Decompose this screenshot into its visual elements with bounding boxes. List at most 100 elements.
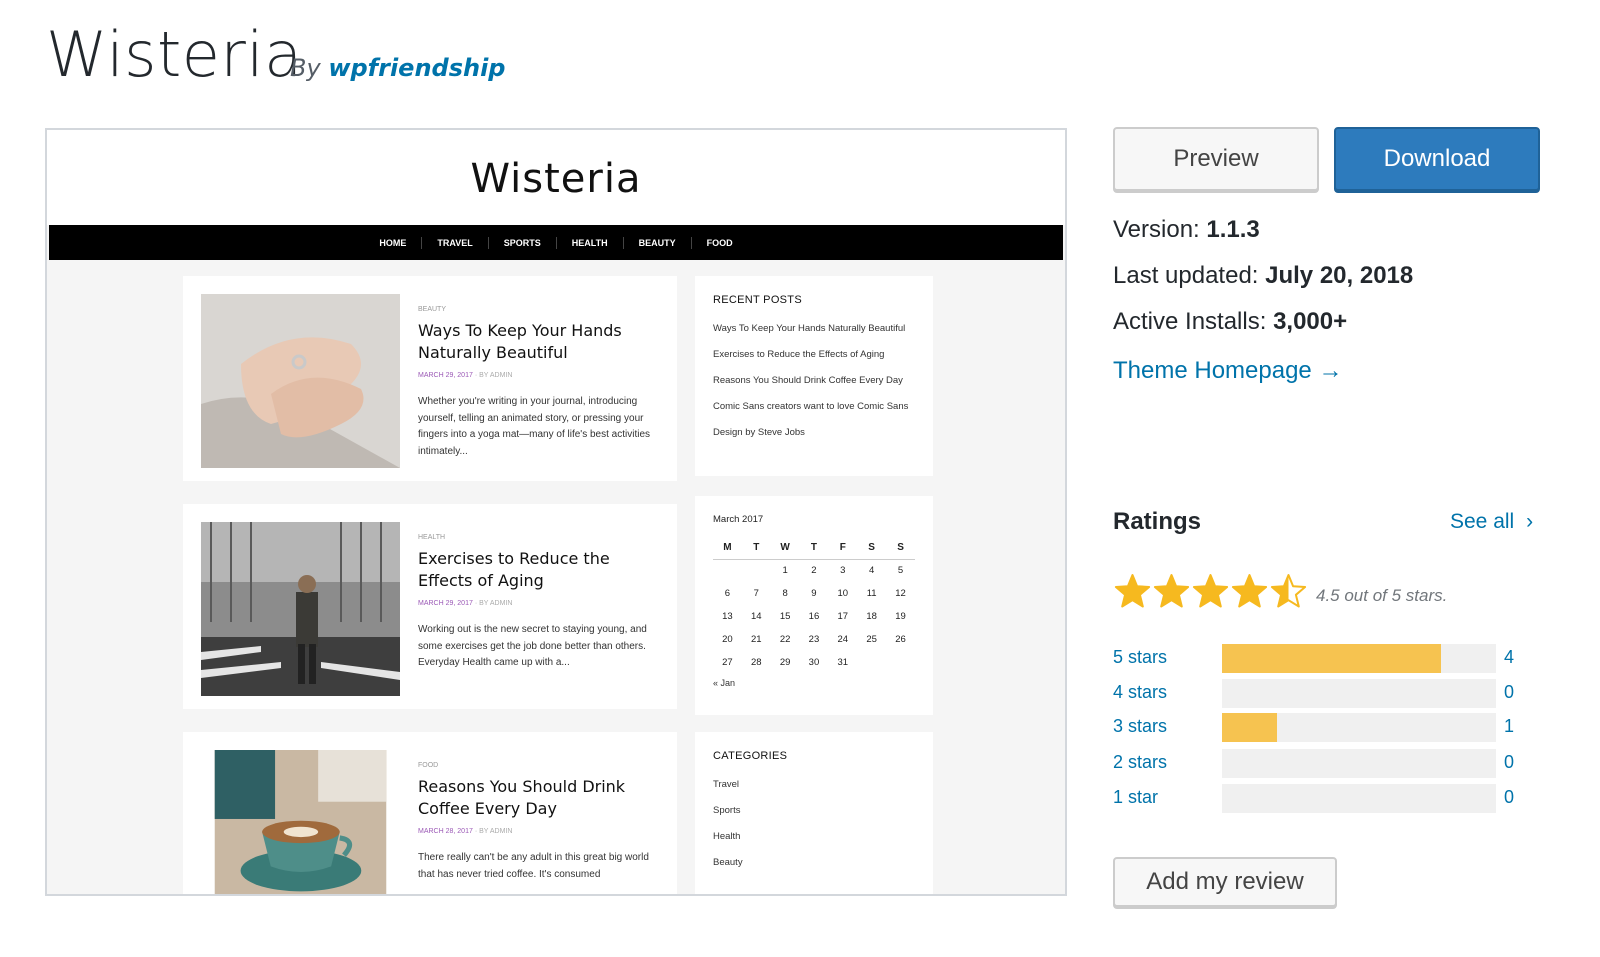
- calendar-caption: March 2017: [713, 514, 764, 525]
- calendar-day: 4: [868, 565, 875, 577]
- calendar-day: 10: [837, 588, 849, 599]
- last-updated-line: Last updated: July 20, 2018: [1113, 262, 1413, 290]
- calendar-day: [857, 651, 886, 674]
- rating-row-label[interactable]: 5 stars: [1113, 647, 1167, 668]
- mini-post-card: BEAUTY Ways To Keep Your Hands Naturally…: [183, 276, 677, 481]
- mini-post-title: Exercises to Reduce the Effects of Aging: [418, 549, 610, 590]
- calendar-day-header: F: [828, 537, 858, 560]
- active-installs-line: Active Installs: 3,000+: [1113, 308, 1347, 336]
- calendar-day-header: W: [770, 537, 800, 560]
- calendar-day: 9: [811, 588, 817, 599]
- calendar-day: 30: [808, 657, 820, 668]
- theme-screenshot: Wisteria HOME TRAVEL SPORTS HEALTH BEAUT…: [45, 128, 1067, 896]
- rating-summary: 4.5 out of 5 stars.: [1316, 586, 1448, 605]
- rating-bar: [1222, 749, 1496, 778]
- rating-row-count[interactable]: 0: [1504, 787, 1514, 808]
- rating-bar: [1222, 679, 1496, 708]
- calendar-day: 20: [722, 634, 733, 645]
- mini-post-date: MARCH 29, 2017: [418, 372, 473, 379]
- theme-byline: By wpfriendship: [290, 54, 506, 82]
- recent-post-item: Design by Steve Jobs: [713, 427, 805, 438]
- category-item: Travel: [713, 779, 740, 790]
- mini-post-category: FOOD: [418, 762, 439, 769]
- mini-post-excerpt: Working out is the new secret to staying…: [418, 624, 647, 668]
- see-all-label: See all: [1450, 510, 1515, 533]
- download-button[interactable]: Download: [1334, 127, 1540, 191]
- chevron-right-icon: ›: [1526, 510, 1534, 533]
- mini-post-category: HEALTH: [418, 534, 446, 541]
- category-item: Beauty: [713, 857, 743, 868]
- calendar-day: 13: [722, 611, 733, 622]
- rating-row-label[interactable]: 2 stars: [1113, 752, 1167, 773]
- mini-nav-item: FOOD: [706, 237, 733, 248]
- mini-post-card: FOOD Reasons You Should Drink Coffee Eve…: [183, 732, 677, 894]
- calendar-day: 1: [782, 565, 788, 577]
- recent-post-item: Reasons You Should Drink Coffee Every Da…: [713, 375, 903, 386]
- rating-row[interactable]: 4 stars 0: [1113, 679, 1523, 709]
- rating-row-label[interactable]: 3 stars: [1113, 716, 1167, 737]
- mini-post-meta: MARCH 28, 2017 · BY ADMIN: [418, 828, 512, 835]
- mini-post-date: MARCH 28, 2017: [418, 828, 473, 835]
- calendar-day: 22: [779, 634, 791, 645]
- calendar-day: 29: [779, 657, 791, 668]
- mini-post-author: · BY ADMIN: [474, 372, 513, 379]
- calendar-day-header: S: [857, 537, 887, 560]
- mini-post-title: Ways To Keep Your Hands Naturally Beauti…: [418, 321, 622, 362]
- rating-row-count[interactable]: 1: [1504, 716, 1514, 737]
- mini-nav-item: TRAVEL: [422, 236, 489, 249]
- calendar-day: 25: [866, 634, 877, 645]
- widget-title: CATEGORIES: [713, 750, 788, 762]
- calendar-day: 12: [895, 588, 906, 599]
- mini-post-excerpt: Whether you're writing in your journal, …: [418, 396, 651, 457]
- mini-post-title: Reasons You Should Drink Coffee Every Da…: [418, 777, 626, 818]
- mini-nav-item: HEALTH: [557, 236, 624, 249]
- mini-site-title: Wisteria: [470, 156, 642, 202]
- rating-bar: [1222, 644, 1496, 673]
- mini-nav-item: SPORTS: [489, 236, 557, 249]
- version-label: Version:: [1113, 216, 1200, 243]
- rating-row-label[interactable]: 1 star: [1113, 787, 1158, 808]
- rating-row[interactable]: 2 stars 0: [1113, 749, 1523, 779]
- calendar-widget: March 2017 M T W T F S S 1 2 3 4 5 6 7 8 9 10 11 12…: [695, 496, 933, 715]
- last-updated-value: July 20, 2018: [1265, 262, 1414, 289]
- theme-homepage-link[interactable]: Theme Homepage →: [1113, 357, 1342, 385]
- mini-post-author: · BY ADMIN: [474, 600, 513, 607]
- calendar-day: 11: [866, 588, 877, 599]
- rating-row-count[interactable]: 0: [1504, 682, 1514, 703]
- mini-header: Wisteria: [47, 130, 1065, 225]
- rating-row-label[interactable]: 4 stars: [1113, 682, 1167, 703]
- calendar-day: 31: [837, 657, 849, 668]
- calendar-day: 18: [866, 611, 877, 622]
- calendar-day-header: T: [741, 537, 771, 560]
- mini-post-meta: MARCH 29, 2017 · BY ADMIN: [418, 600, 512, 607]
- categories-widget: CATEGORIES Travel Sports Health Beauty: [695, 732, 933, 894]
- calendar-day-header: M: [713, 537, 742, 560]
- rating-row[interactable]: 5 stars 4: [1113, 644, 1523, 674]
- calendar-day: [713, 559, 742, 582]
- recent-post-item: Comic Sans creators want to love Comic S…: [713, 401, 909, 412]
- rating-bar-fill: [1222, 644, 1442, 673]
- calendar-day: [742, 559, 771, 582]
- rating-row-count[interactable]: 4: [1504, 647, 1514, 668]
- mini-post-meta: MARCH 29, 2017 · BY ADMIN: [418, 372, 512, 379]
- calendar-day: 8: [782, 588, 788, 599]
- rating-row[interactable]: 1 star 0: [1113, 784, 1523, 814]
- mini-nav-item: HOME: [364, 236, 423, 249]
- calendar-day: 5: [897, 565, 904, 577]
- add-review-button[interactable]: Add my review: [1113, 857, 1337, 907]
- rating-row[interactable]: 3 stars 1: [1113, 713, 1523, 743]
- rating-bar: [1222, 784, 1496, 813]
- author-link[interactable]: wpfriendship: [328, 54, 505, 82]
- preview-button[interactable]: Preview: [1113, 127, 1319, 191]
- calendar-day: 3: [840, 565, 846, 577]
- version-line: Version: 1.1.3: [1113, 216, 1260, 244]
- mini-post-excerpt: There really can't be any adult in this …: [418, 852, 649, 880]
- star-filled-icon: [1153, 574, 1190, 608]
- rating-row-count[interactable]: 0: [1504, 752, 1514, 773]
- calendar-day: 6: [724, 588, 731, 599]
- see-all-link[interactable]: See all ›: [1450, 510, 1533, 534]
- rating-bar: [1222, 713, 1496, 742]
- recent-post-item: Ways To Keep Your Hands Naturally Beauti…: [713, 323, 906, 334]
- calendar-day-header: S: [886, 537, 915, 560]
- hands-photo: [201, 294, 400, 468]
